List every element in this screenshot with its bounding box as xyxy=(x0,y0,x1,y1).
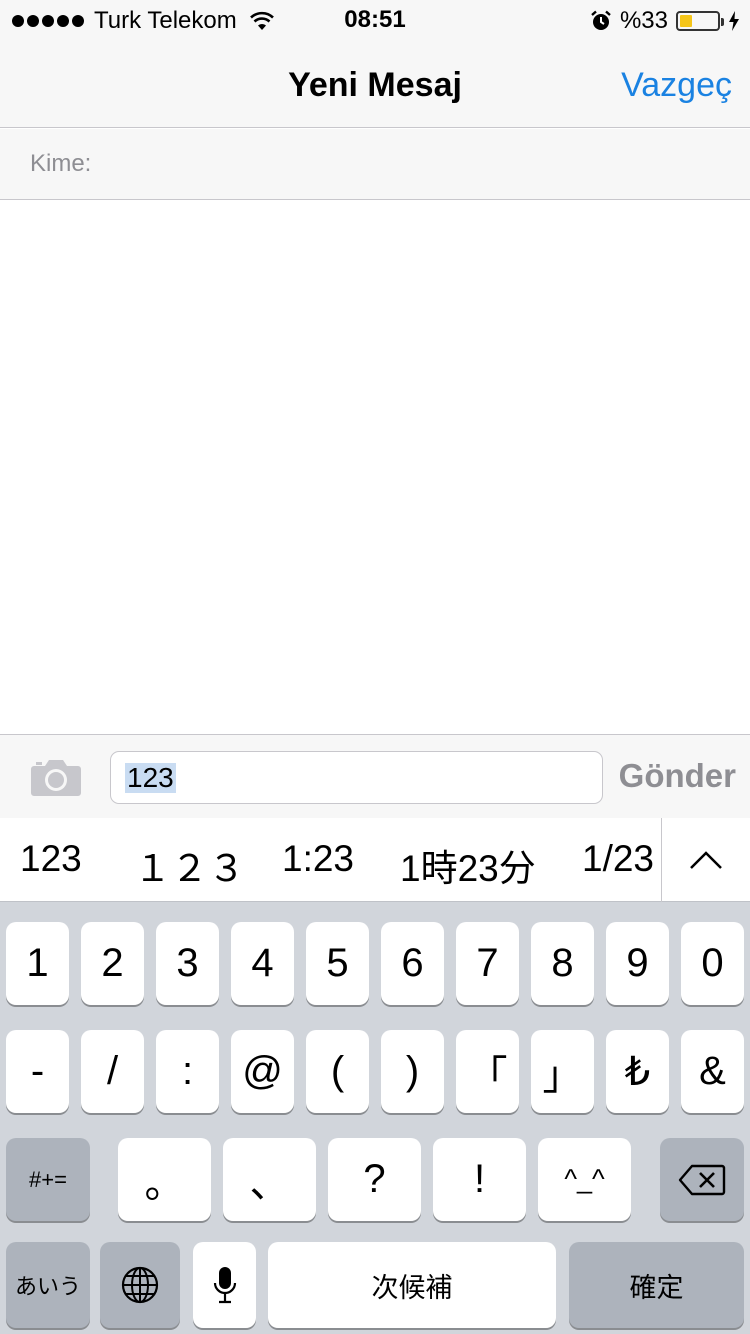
microphone-key[interactable] xyxy=(193,1242,256,1328)
alarm-icon xyxy=(591,10,611,30)
camera-icon[interactable] xyxy=(30,757,82,797)
globe-key[interactable] xyxy=(100,1242,180,1328)
expand-candidates-button[interactable] xyxy=(662,818,750,902)
recipient-label: Kime: xyxy=(30,150,92,177)
cancel-button[interactable]: Vazgeç xyxy=(621,66,732,105)
key-ideographic-comma[interactable]: 、 xyxy=(223,1138,316,1221)
microphone-icon xyxy=(213,1267,236,1304)
key-colon[interactable]: : xyxy=(156,1030,219,1113)
key-question[interactable]: ? xyxy=(328,1138,421,1221)
symbols-mode-key[interactable]: #+= xyxy=(6,1138,90,1221)
status-right: %33 xyxy=(590,6,740,36)
key-6[interactable]: 6 xyxy=(381,922,444,1005)
send-button[interactable]: Gönder xyxy=(619,757,736,795)
status-bar: Turk Telekom 08:51 %33 xyxy=(0,0,750,40)
candidate-item[interactable]: 1:23 xyxy=(282,838,354,880)
key-hyphen[interactable]: - xyxy=(6,1030,69,1113)
backspace-icon xyxy=(678,1164,726,1195)
confirm-key[interactable]: 確定 xyxy=(569,1242,744,1328)
keyboard: 1 2 3 4 5 6 7 8 9 0 - / : @ ( ) 「 」 ₺ & … xyxy=(0,902,750,1334)
chevron-up-icon xyxy=(690,851,722,869)
key-0[interactable]: 0 xyxy=(681,922,744,1005)
navigation-bar: Yeni Mesaj Vazgeç xyxy=(0,40,750,128)
key-2[interactable]: 2 xyxy=(81,922,144,1005)
key-1[interactable]: 1 xyxy=(6,922,69,1005)
globe-icon xyxy=(121,1266,159,1304)
key-ampersand[interactable]: & xyxy=(681,1030,744,1113)
key-exclamation[interactable]: ! xyxy=(433,1138,526,1221)
message-input[interactable]: 123 xyxy=(110,751,603,804)
key-close-bracket[interactable]: 」 xyxy=(531,1030,594,1113)
message-thread-area xyxy=(0,200,750,734)
battery-icon xyxy=(676,11,724,31)
key-at[interactable]: @ xyxy=(231,1030,294,1113)
candidate-item[interactable]: 1時23分 xyxy=(400,838,536,892)
kana-mode-key[interactable]: あいう xyxy=(6,1242,90,1328)
key-5[interactable]: 5 xyxy=(306,922,369,1005)
next-candidate-key[interactable]: 次候補 xyxy=(268,1242,556,1328)
message-input-text: 123 xyxy=(125,762,176,793)
key-ideographic-period[interactable]: 。 xyxy=(118,1138,211,1221)
candidate-item[interactable]: １２３ xyxy=(134,838,245,892)
compose-bar: 123 Gönder xyxy=(0,734,750,818)
backspace-key[interactable] xyxy=(660,1138,744,1221)
candidate-bar: 123 １２３ 1:23 1時23分 1/23 xyxy=(0,818,750,902)
key-open-paren[interactable]: ( xyxy=(306,1030,369,1113)
key-open-bracket[interactable]: 「 xyxy=(456,1030,519,1113)
battery-percent: %33 xyxy=(619,7,668,34)
key-8[interactable]: 8 xyxy=(531,922,594,1005)
key-close-paren[interactable]: ) xyxy=(381,1030,444,1113)
key-7[interactable]: 7 xyxy=(456,922,519,1005)
charging-bolt-icon xyxy=(729,11,739,31)
recipient-field[interactable]: Kime: xyxy=(0,129,750,200)
key-lira[interactable]: ₺ xyxy=(606,1030,669,1113)
battery-fill xyxy=(680,15,692,27)
candidate-item[interactable]: 1/23 xyxy=(582,838,654,880)
candidate-item[interactable]: 123 xyxy=(20,838,82,880)
key-emoticon[interactable]: ^_^ xyxy=(538,1138,631,1221)
key-4[interactable]: 4 xyxy=(231,922,294,1005)
key-9[interactable]: 9 xyxy=(606,922,669,1005)
key-3[interactable]: 3 xyxy=(156,922,219,1005)
key-slash[interactable]: / xyxy=(81,1030,144,1113)
